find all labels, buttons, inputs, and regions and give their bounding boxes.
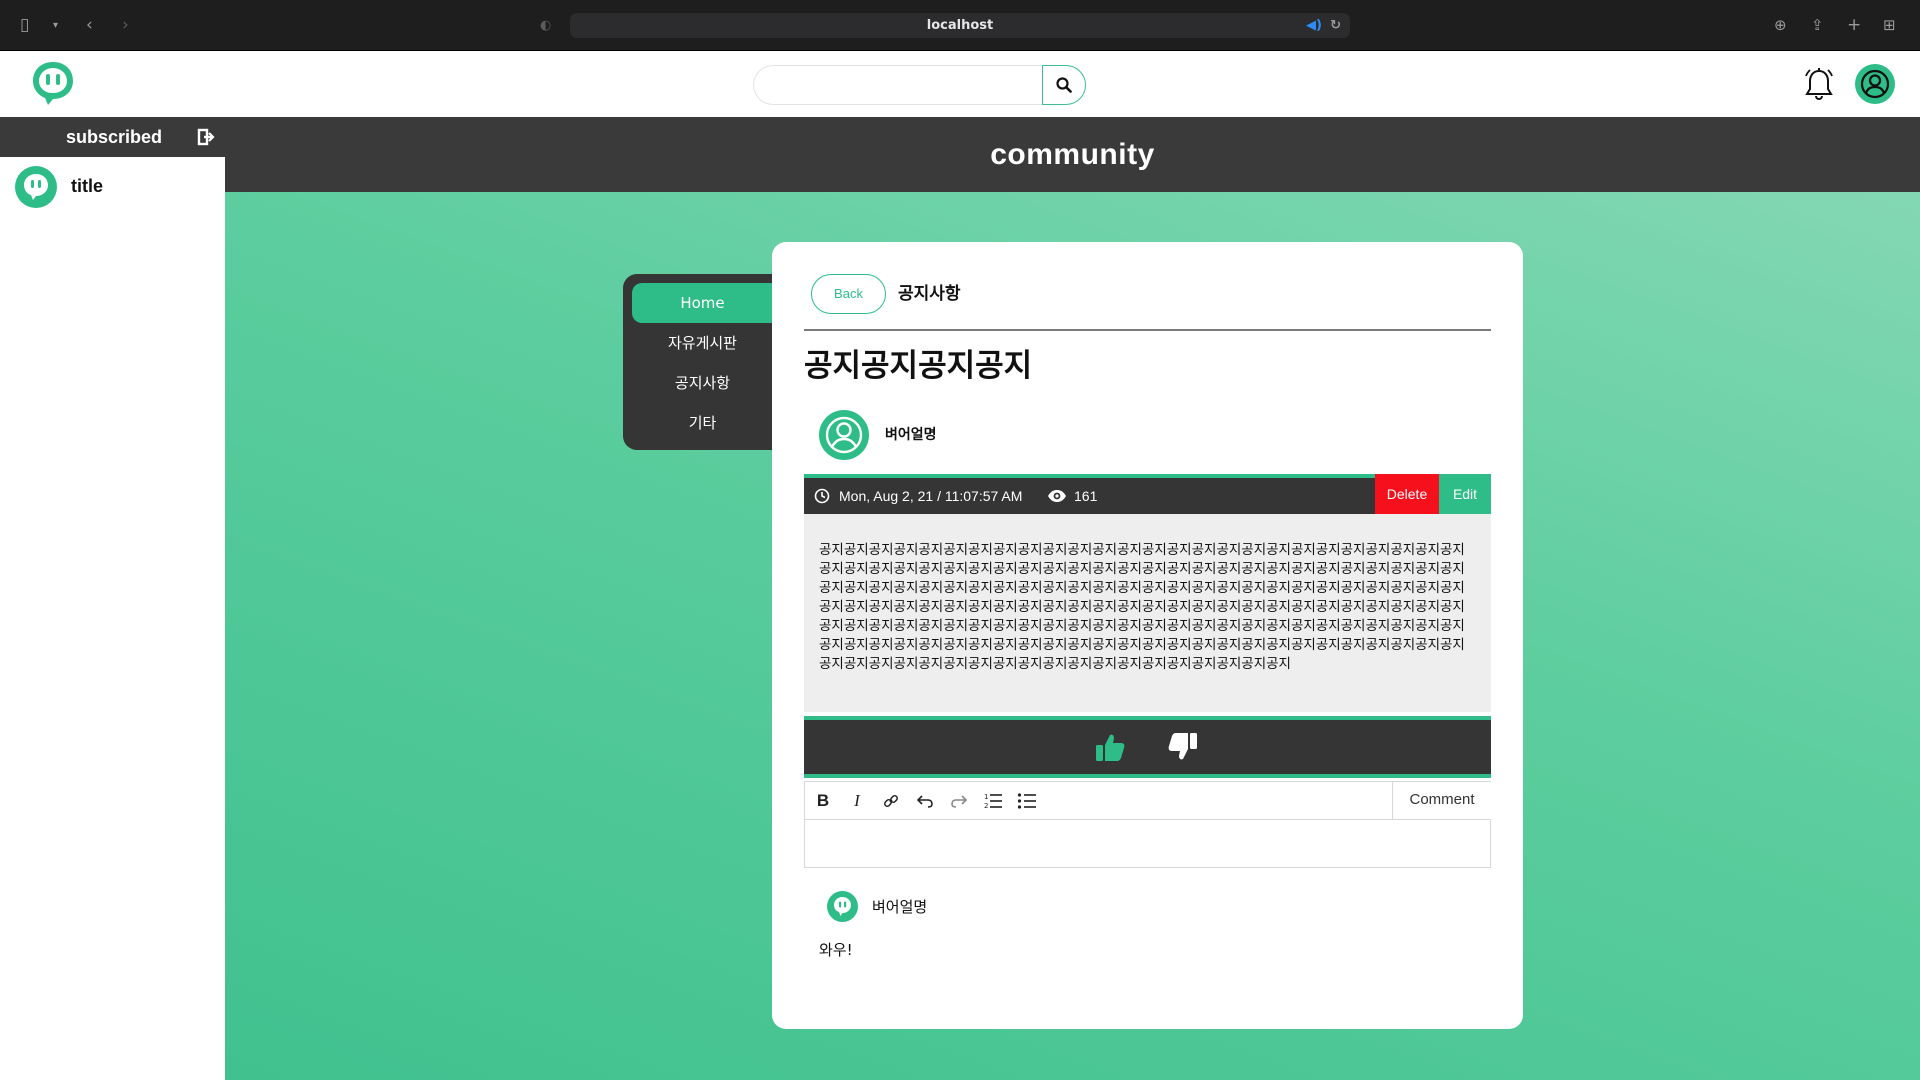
eye-icon — [1048, 490, 1066, 502]
banner-title: community — [990, 138, 1155, 171]
search-icon — [1056, 77, 1072, 93]
delete-button[interactable]: Delete — [1375, 474, 1439, 514]
browser-toolbar: ▯ ▾ ‹ › ◐ localhost ◀) ↻ ⊕ ⇪ + ⊞ — [0, 0, 1920, 51]
author-avatar[interactable] — [819, 410, 869, 460]
sidebar-item-label: title — [71, 176, 104, 196]
user-avatar[interactable] — [1855, 64, 1895, 104]
ordered-list-icon[interactable]: 12 — [982, 791, 1004, 811]
svg-text:1: 1 — [984, 793, 988, 801]
post-card: Back 공지사항 공지공지공지공지 벼어얼명 Mon, Aug 2, 21 /… — [772, 242, 1523, 1029]
url-bar[interactable]: localhost ◀) ↻ — [570, 13, 1350, 38]
editor-toolbar: B I 12 — [805, 782, 1392, 820]
tab-overview-icon[interactable]: ⊞ — [1883, 0, 1896, 51]
board-nav: Home 자유게시판 공지사항 기타 — [623, 274, 778, 450]
speaker-icon[interactable]: ◀) — [1306, 13, 1322, 38]
comment-button[interactable]: Comment — [1392, 782, 1491, 820]
commenter-avatar-icon[interactable] — [827, 891, 858, 922]
subscribed-sidebar: subscribed title — [0, 117, 225, 1080]
board-name: 공지사항 — [898, 284, 961, 304]
italic-icon[interactable]: I — [846, 791, 868, 811]
comment-author[interactable]: 벼어얼명 — [872, 893, 927, 921]
user-icon — [825, 416, 863, 454]
post-date: Mon, Aug 2, 21 / 11:07:57 AM — [839, 488, 1023, 504]
bullet-list-icon[interactable] — [1016, 791, 1038, 811]
svg-text:2: 2 — [984, 802, 988, 810]
edit-button[interactable]: Edit — [1439, 474, 1491, 514]
board-nav-etc[interactable]: 기타 — [632, 403, 773, 443]
post-title: 공지공지공지공지 — [804, 348, 1033, 384]
app-header — [0, 52, 1920, 117]
back-button[interactable]: Back — [811, 274, 886, 314]
undo-icon[interactable] — [914, 791, 936, 811]
share-icon[interactable]: ⇪ — [1811, 0, 1824, 51]
logo-icon[interactable] — [31, 60, 75, 106]
back-arrow-icon[interactable]: ‹ — [86, 0, 93, 51]
new-tab-icon[interactable]: + — [1847, 0, 1861, 51]
chevron-down-icon[interactable]: ▾ — [53, 0, 58, 51]
user-icon — [1860, 69, 1890, 99]
post-body: 공지공지공지공지공지공지공지공지공지공지공지공지공지공지공지공지공지공지공지공지… — [804, 514, 1491, 712]
forward-arrow-icon[interactable]: › — [122, 0, 129, 51]
exit-icon[interactable] — [197, 128, 215, 146]
comment-input[interactable] — [805, 820, 1490, 867]
community-banner: community — [225, 117, 1920, 192]
redo-icon[interactable] — [948, 791, 970, 811]
community-logo-icon — [15, 166, 57, 208]
sidebar-toggle-icon[interactable]: ▯ — [20, 0, 29, 51]
clock-icon — [814, 488, 830, 504]
view-count: 161 — [1074, 488, 1098, 504]
sidebar-header: subscribed — [0, 117, 225, 157]
thumbs-up-icon[interactable] — [1094, 731, 1126, 763]
sidebar-heading: subscribed — [66, 127, 163, 147]
url-text: localhost — [926, 18, 994, 33]
privacy-shield-icon[interactable]: ◐ — [540, 0, 551, 51]
search-input[interactable] — [753, 65, 1043, 105]
post-meta-bar: Mon, Aug 2, 21 / 11:07:57 AM 161 Delete … — [804, 474, 1491, 514]
author-name[interactable]: 벼어얼명 — [885, 422, 937, 448]
comment-text: 와우! — [819, 941, 853, 959]
bell-icon[interactable] — [1804, 67, 1834, 101]
sidebar-item-title[interactable]: title — [0, 157, 225, 215]
reload-icon[interactable]: ↻ — [1330, 13, 1341, 38]
main-content: community Home 자유게시판 공지사항 기타 Back 공지사항 공… — [225, 117, 1920, 1080]
bold-icon[interactable]: B — [812, 791, 834, 811]
board-nav-home[interactable]: Home — [632, 283, 773, 323]
thumbs-down-icon[interactable] — [1167, 731, 1199, 763]
search-button[interactable] — [1042, 65, 1086, 105]
search-bar — [753, 65, 1086, 105]
divider — [804, 329, 1491, 331]
link-icon[interactable] — [880, 791, 902, 811]
vote-bar — [804, 716, 1491, 778]
comment-editor: B I 12 Comment — [804, 781, 1491, 868]
board-nav-free[interactable]: 자유게시판 — [632, 323, 773, 363]
board-nav-notice[interactable]: 공지사항 — [632, 363, 773, 403]
download-icon[interactable]: ⊕ — [1774, 0, 1787, 51]
